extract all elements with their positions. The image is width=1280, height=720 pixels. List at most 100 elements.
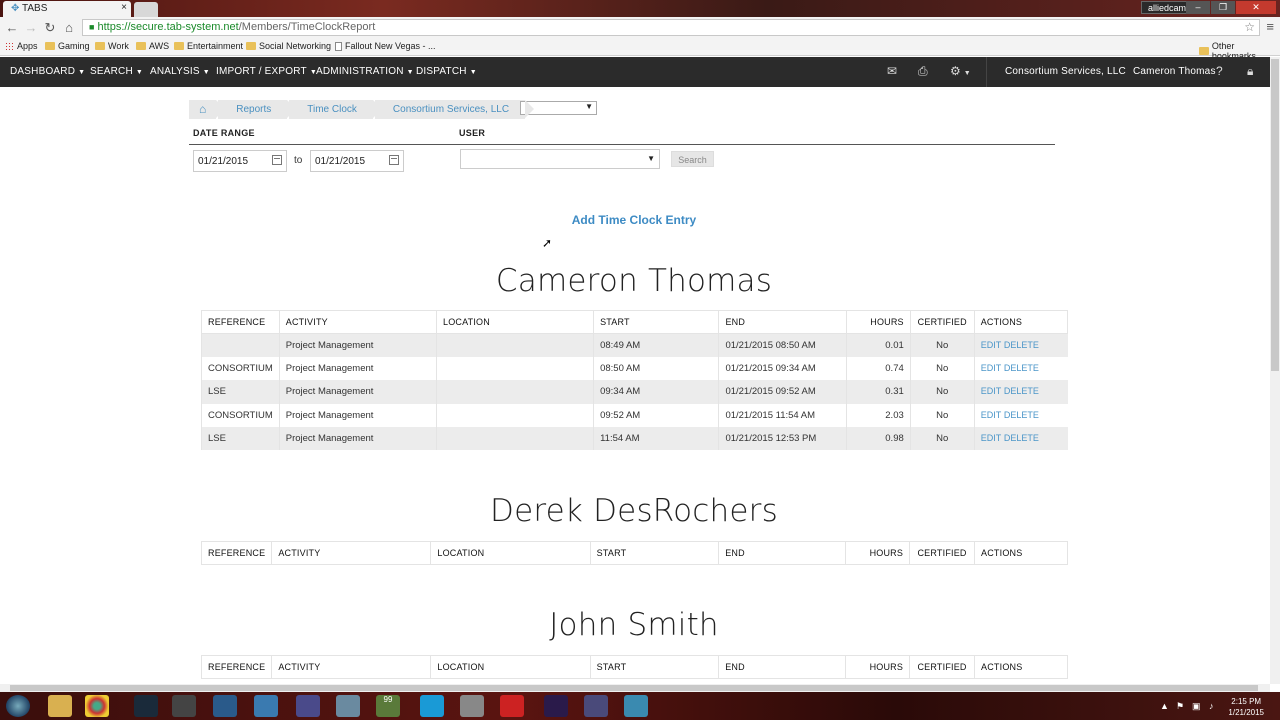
breadcrumb-reports[interactable]: Reports — [218, 100, 297, 119]
column-header: ACTIVITY — [271, 541, 432, 565]
edit-link[interactable]: EDIT — [981, 340, 1002, 350]
bookmark-label: AWS — [149, 41, 170, 51]
cell-hours: 2.03 — [846, 403, 911, 428]
sourcetree-icon[interactable] — [213, 695, 237, 717]
flag-icon[interactable]: ⚑ — [1176, 701, 1184, 712]
delete-link[interactable]: DELETE — [1004, 340, 1039, 350]
skype-icon[interactable] — [420, 695, 444, 717]
lock-icon[interactable]: 🔒︎ — [1247, 64, 1253, 79]
vertical-scrollbar[interactable] — [1270, 57, 1280, 684]
cell-end: 01/21/2015 11:54 AM — [718, 403, 847, 428]
remote-desktop-icon[interactable] — [624, 695, 648, 717]
browser-tab[interactable]: ✥ TABS × — [3, 1, 131, 17]
visual-studio-icon[interactable] — [296, 695, 320, 717]
edit-link[interactable]: EDIT — [981, 363, 1002, 373]
breadcrumb-time-clock[interactable]: Time Clock — [289, 100, 382, 119]
mail-icon[interactable]: ✉ — [887, 64, 897, 78]
delete-link[interactable]: DELETE — [1004, 410, 1039, 420]
add-entry-label[interactable]: Add Time Clock Entry — [572, 213, 696, 227]
network-tray-icon[interactable]: ▣ — [1192, 701, 1201, 712]
tray-arrow-icon[interactable]: ▲ — [1160, 701, 1169, 711]
breadcrumb-company[interactable]: Consortium Services, LLC — [374, 100, 535, 119]
edit-link[interactable]: EDIT — [981, 433, 1002, 443]
cell-location — [435, 403, 594, 428]
premiere-icon[interactable] — [544, 695, 568, 717]
reload-icon[interactable]: ↻ — [42, 20, 58, 36]
bookmark-label: Apps — [17, 41, 38, 51]
nav-administration[interactable]: ADMINISTRATION ▼ — [316, 66, 414, 77]
nav-import-export[interactable]: IMPORT / EXPORT ▼ — [216, 66, 317, 77]
window-controls: ‒ ❐ ✕ — [1186, 1, 1276, 14]
cell-certified: No — [909, 380, 975, 404]
network-icon[interactable] — [336, 695, 360, 717]
bookmark-fallout[interactable]: Fallout New Vegas - ... — [335, 41, 436, 51]
cell-certified: No — [909, 333, 975, 357]
gear-icon[interactable]: ⚙ ▼ — [950, 64, 971, 78]
file-explorer-icon[interactable] — [48, 695, 72, 717]
restore-icon[interactable]: ❐ — [1211, 1, 1235, 14]
clock-date: 1/21/2015 — [1228, 708, 1264, 717]
calendar-icon[interactable] — [272, 155, 282, 165]
delete-link[interactable]: DELETE — [1004, 433, 1039, 443]
new-tab-button[interactable] — [134, 2, 158, 17]
cell-location — [435, 356, 594, 381]
bookmark-gaming[interactable]: Gaming — [45, 41, 90, 51]
calendar-icon[interactable] — [389, 155, 399, 165]
employee-name: Derek DesRochers — [490, 493, 778, 529]
filter-divider — [189, 144, 1055, 145]
music-icon[interactable] — [460, 695, 484, 717]
forward-icon[interactable]: → — [23, 20, 39, 36]
close-window-icon[interactable]: ✕ — [1236, 1, 1276, 14]
nav-company[interactable]: Consortium Services, LLC — [1005, 66, 1126, 77]
app-icon[interactable] — [584, 695, 608, 717]
scrollbar-thumb[interactable] — [10, 685, 1258, 691]
search-button[interactable]: Search — [671, 151, 714, 167]
delete-link[interactable]: DELETE — [1004, 363, 1039, 373]
minimize-icon[interactable]: ‒ — [1186, 1, 1210, 14]
back-icon[interactable]: ← — [4, 20, 20, 36]
chrome-icon[interactable] — [85, 695, 109, 717]
column-header: HOURS — [844, 655, 911, 679]
address-bar[interactable]: ■ https://secure.tab-system.net/Members/… — [82, 19, 1260, 36]
gog-icon[interactable] — [172, 695, 196, 717]
printer-icon[interactable]: ⎙ — [918, 64, 928, 79]
url-secure-part: https://secure.tab-system.net — [97, 21, 239, 33]
cell-start: 09:52 AM — [593, 403, 719, 428]
user-select[interactable]: ▼ — [460, 149, 660, 169]
start-date-input[interactable]: 01/21/2015 — [193, 150, 287, 172]
nav-dispatch[interactable]: DISPATCH ▼ — [416, 66, 477, 77]
delete-link[interactable]: DELETE — [1004, 386, 1039, 396]
cell-reference — [201, 333, 280, 357]
home-icon[interactable]: ⌂ — [61, 20, 77, 36]
nav-analysis[interactable]: ANALYSIS ▼ — [150, 66, 210, 77]
bookmark-star-icon[interactable]: ☆ — [1244, 20, 1255, 34]
column-header: CERTIFIED — [909, 655, 976, 679]
system-clock[interactable]: 2:15 PM 1/21/2015 — [1228, 696, 1264, 718]
start-button-icon[interactable] — [6, 695, 30, 717]
scrollbar-thumb[interactable] — [1271, 59, 1279, 371]
chevron-down-icon: ▼ — [202, 69, 210, 76]
edit-link[interactable]: EDIT — [981, 410, 1002, 420]
tab-close-icon[interactable]: × — [121, 2, 127, 13]
home-icon[interactable]: ⌂ — [189, 100, 226, 119]
browser-menu-icon[interactable]: ≡ — [1266, 19, 1274, 34]
app-icon[interactable] — [254, 695, 278, 717]
edit-link[interactable]: EDIT — [981, 386, 1002, 396]
bookmark-apps[interactable]: Apps — [5, 41, 38, 51]
nav-dashboard[interactable]: DASHBOARD ▼ — [10, 66, 85, 77]
end-date-input[interactable]: 01/21/2015 — [310, 150, 404, 172]
mcafee-icon[interactable] — [500, 695, 524, 717]
bookmark-aws[interactable]: AWS — [136, 41, 169, 51]
nav-user[interactable]: Cameron Thomas — [1133, 66, 1216, 77]
time-clock-table: REFERENCE ACTIVITY LOCATION START END HO… — [200, 655, 1068, 679]
table-row: Project Management 08:49 AM 01/21/2015 0… — [201, 333, 1068, 357]
steam-icon[interactable] — [134, 695, 158, 717]
nav-search[interactable]: SEARCH ▼ — [90, 66, 143, 77]
bookmark-social-networking[interactable]: Social Networking — [246, 41, 331, 51]
bookmark-work[interactable]: Work — [95, 41, 129, 51]
horizontal-scrollbar[interactable] — [0, 684, 1270, 692]
volume-icon[interactable]: ♪ — [1209, 701, 1214, 711]
counter-badge-icon[interactable]: 99 — [376, 695, 400, 717]
help-icon[interactable]: ? — [1216, 64, 1223, 78]
bookmark-entertainment[interactable]: Entertainment — [174, 41, 243, 51]
